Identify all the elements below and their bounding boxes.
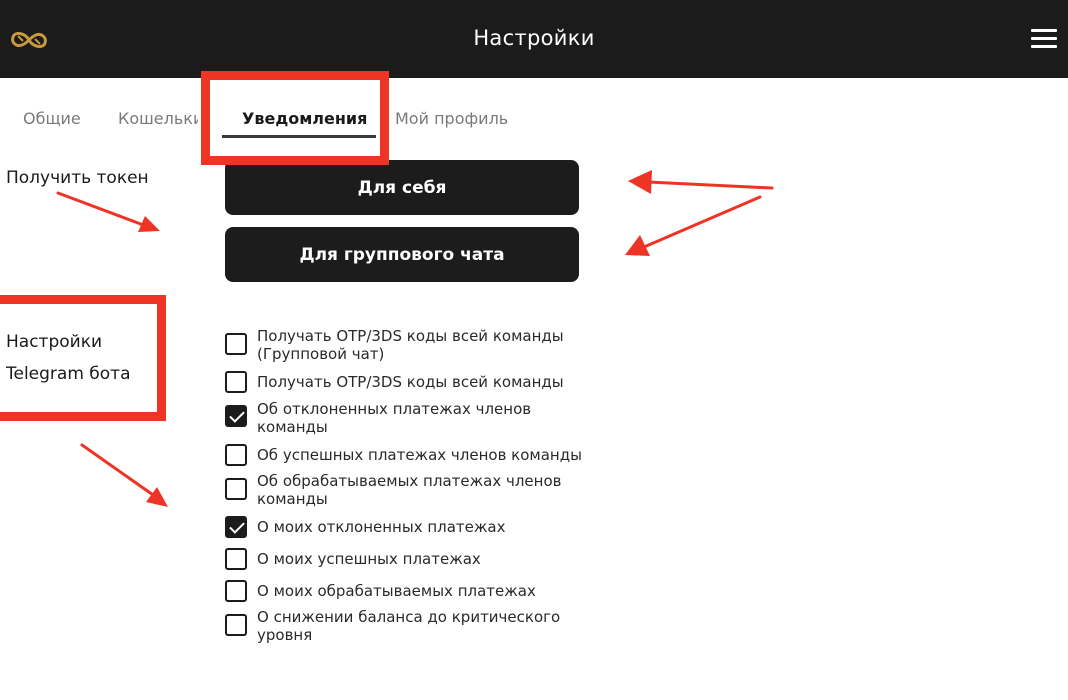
checkbox-label-line2: команды [257, 490, 328, 508]
annotation-box-notifications-tab [201, 71, 389, 165]
checkbox-label: Об обрабатываемых платежах членов команд… [257, 472, 637, 508]
get-token-label: Получить токен [6, 168, 149, 188]
checkbox-label: О снижении баланса до критического уровн… [257, 608, 637, 644]
checkbox[interactable] [225, 371, 247, 393]
checkbox-label-line1: О моих обрабатываемых платежах [257, 582, 536, 600]
checkbox[interactable] [225, 548, 247, 570]
for-group-chat-button[interactable]: Для группового чата [225, 227, 579, 282]
checkbox-label: Получать OTP/3DS коды всей команды (Груп… [257, 327, 637, 363]
arrow-icon [625, 195, 762, 256]
checkbox-label-line2: (Групповой чат) [257, 345, 385, 363]
page-title: Настройки [473, 26, 595, 50]
checkbox-checked[interactable] [225, 405, 247, 427]
arrow-icon [628, 170, 774, 194]
arrow-icon [56, 191, 160, 232]
checkbox[interactable] [225, 444, 247, 466]
checkbox-label: Об успешных платежах членов команды [257, 446, 637, 464]
checkbox[interactable] [225, 478, 247, 500]
annotation-box-bot-settings [0, 295, 166, 421]
checkbox-label: О моих обрабатываемых платежах [257, 582, 637, 600]
tab-my-profile[interactable]: Мой профиль [395, 109, 508, 128]
checkbox-label-line2: уровня [257, 626, 313, 644]
checkbox-label-line1: Получать OTP/3DS коды всей команды [257, 327, 564, 345]
checkbox-label-line1: Получать OTP/3DS коды всей команды [257, 373, 564, 391]
checkbox[interactable] [225, 580, 247, 602]
checkbox-label-line2: команды [257, 418, 328, 436]
checkbox-label-line1: Об отклоненных платежах членов [257, 400, 532, 418]
checkbox-label: Об отклоненных платежах членов команды [257, 400, 637, 436]
checkbox[interactable] [225, 333, 247, 355]
checkbox-label: О моих успешных платежах [257, 550, 637, 568]
checkbox-label-line1: О снижении баланса до критического [257, 608, 561, 626]
tab-general[interactable]: Общие [23, 109, 81, 128]
checkbox-checked[interactable] [225, 516, 247, 538]
top-bar: Настройки [0, 0, 1068, 78]
checkbox-label-line1: Об обрабатываемых платежах членов [257, 472, 562, 490]
tab-wallets[interactable]: Кошельки [118, 109, 198, 128]
hamburger-menu-icon[interactable] [1031, 29, 1057, 51]
arrow-icon [80, 443, 168, 507]
checkbox-label: Получать OTP/3DS коды всей команды [257, 373, 637, 391]
checkbox-label-line1: О моих успешных платежах [257, 550, 481, 568]
for-self-button[interactable]: Для себя [225, 160, 579, 215]
checkbox[interactable] [225, 614, 247, 636]
checkbox-label: О моих отклоненных платежах [257, 518, 637, 536]
checkbox-label-line1: О моих отклоненных платежах [257, 518, 506, 536]
checkbox-label-line1: Об успешных платежах членов команды [257, 446, 582, 464]
